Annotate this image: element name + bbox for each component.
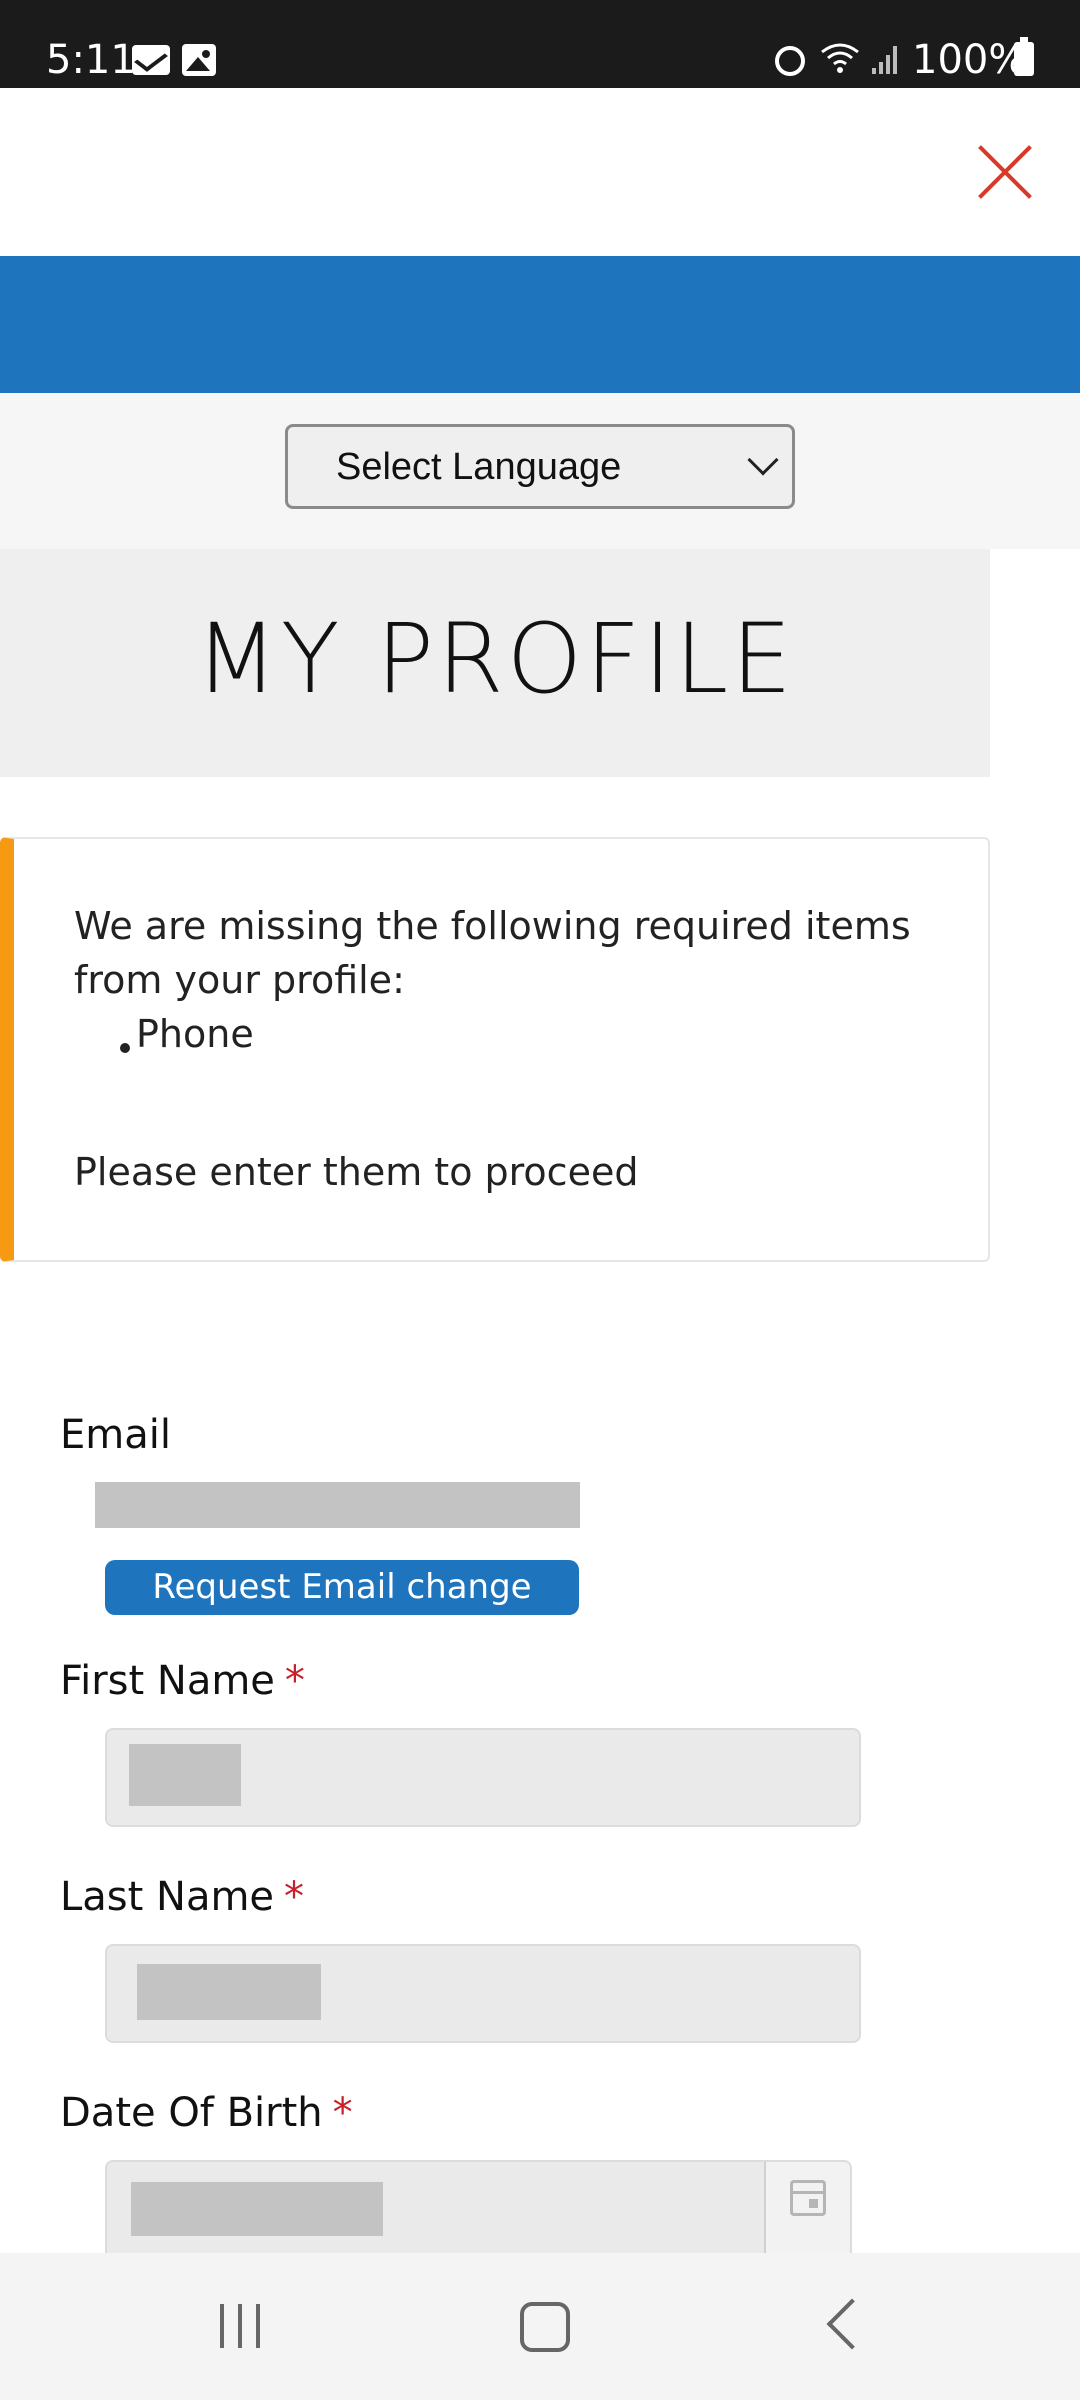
email-value-redacted <box>95 1482 580 1528</box>
mail-icon <box>132 45 170 75</box>
first-name-value-redacted <box>129 1744 241 1806</box>
first-name-input[interactable] <box>105 1728 861 1827</box>
request-email-change-button[interactable]: Request Email change <box>105 1560 579 1615</box>
last-name-value-redacted <box>137 1964 321 2020</box>
wifi-icon <box>821 43 859 73</box>
last-name-label-text: Last Name <box>60 1874 275 1920</box>
battery-icon <box>1014 37 1034 76</box>
title-block: MY PROFILE <box>0 549 990 777</box>
last-name-label: Last Name * <box>60 1872 304 1922</box>
last-name-input[interactable] <box>105 1944 861 2043</box>
email-label: Email <box>60 1412 171 1458</box>
calendar-icon <box>790 2180 826 2216</box>
missing-item: Phone <box>136 1012 254 1056</box>
home-icon[interactable] <box>502 2290 582 2360</box>
alarm-icon <box>775 46 805 76</box>
bullet-icon <box>120 1043 130 1053</box>
language-select[interactable]: Select Language <box>285 424 795 509</box>
alert-text-line1: We are missing the following required it… <box>74 904 911 948</box>
required-mark: * <box>284 1658 305 1704</box>
first-name-label-text: First Name <box>60 1658 275 1704</box>
date-of-birth-label-text: Date Of Birth <box>60 2090 323 2136</box>
date-of-birth-label: Date Of Birth * <box>60 2088 353 2138</box>
header <box>0 88 1080 256</box>
recents-icon[interactable] <box>200 2290 280 2360</box>
signal-icon <box>872 46 897 74</box>
brand-banner <box>0 256 1080 393</box>
required-mark: * <box>332 2090 353 2136</box>
required-mark: * <box>284 1874 305 1920</box>
battery-percent: 100% <box>912 37 1027 83</box>
language-select-label: Select Language <box>336 446 622 488</box>
chevron-down-icon <box>747 444 779 476</box>
status-time: 5:11 <box>46 37 136 83</box>
status-bar: 5:11 100% <box>0 0 1080 88</box>
back-icon[interactable] <box>808 2290 888 2360</box>
page-title: MY PROFILE <box>195 603 795 715</box>
first-name-label: First Name * <box>60 1656 305 1706</box>
missing-items-alert: We are missing the following required it… <box>0 837 990 1262</box>
image-icon <box>182 44 216 76</box>
close-icon[interactable] <box>975 142 1035 202</box>
date-of-birth-value-redacted <box>131 2182 383 2236</box>
alert-text-line3: Please enter them to proceed <box>74 1150 639 1194</box>
alert-text-line2: from your profile: <box>74 958 405 1002</box>
